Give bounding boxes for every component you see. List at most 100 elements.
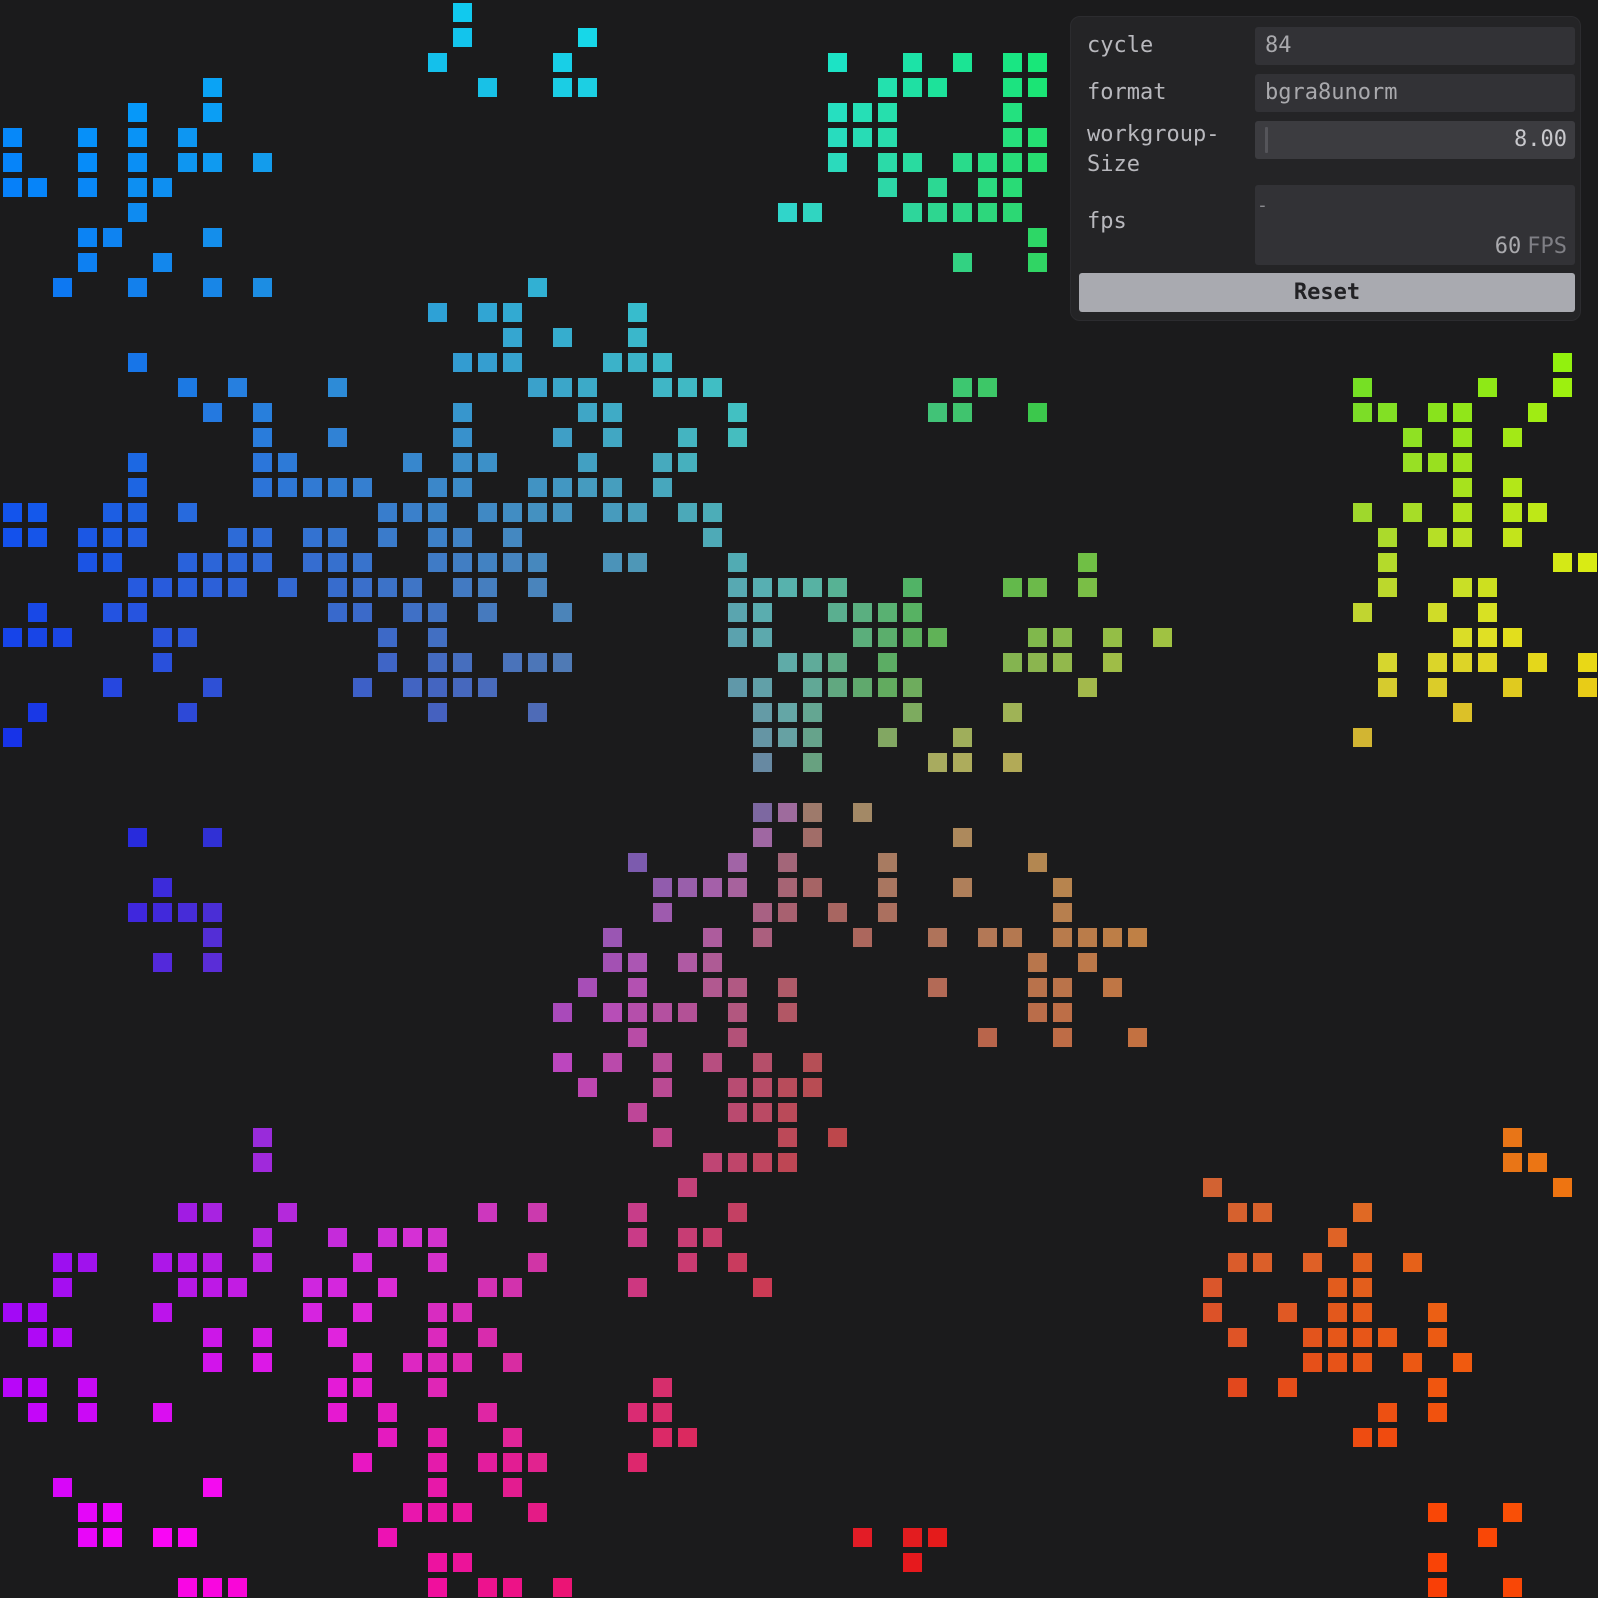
live-cell [378, 1428, 397, 1447]
live-cell [1503, 628, 1522, 647]
live-cell [1378, 528, 1397, 547]
live-cell [903, 153, 922, 172]
live-cell [128, 478, 147, 497]
live-cell [1353, 1428, 1372, 1447]
live-cell [1078, 578, 1097, 597]
live-cell [803, 203, 822, 222]
live-cell [1578, 678, 1597, 697]
controls-panel: cycle 84 format bgra8unorm workgroup- Si… [1070, 16, 1581, 321]
live-cell [478, 353, 497, 372]
live-cell [153, 1403, 172, 1422]
live-cell [203, 1203, 222, 1222]
live-cell [953, 153, 972, 172]
live-cell [303, 1278, 322, 1297]
live-cell [453, 1503, 472, 1522]
live-cell [178, 578, 197, 597]
live-cell [678, 953, 697, 972]
live-cell [578, 978, 597, 997]
live-cell [253, 1153, 272, 1172]
live-cell [478, 303, 497, 322]
cycle-label: cycle [1087, 33, 1154, 58]
live-cell [628, 953, 647, 972]
live-cell [1453, 703, 1472, 722]
live-cell [1428, 1378, 1447, 1397]
live-cell [228, 578, 247, 597]
live-cell [28, 503, 47, 522]
live-cell [853, 678, 872, 697]
live-cell [403, 1503, 422, 1522]
live-cell [653, 1078, 672, 1097]
live-cell [503, 528, 522, 547]
live-cell [1578, 653, 1597, 672]
live-cell [278, 1203, 297, 1222]
live-cell [3, 1378, 22, 1397]
live-cell [453, 428, 472, 447]
live-cell [778, 803, 797, 822]
live-cell [828, 903, 847, 922]
live-cell [3, 628, 22, 647]
live-cell [1478, 378, 1497, 397]
live-cell [753, 1278, 772, 1297]
live-cell [628, 1203, 647, 1222]
live-cell [1328, 1353, 1347, 1372]
live-cell [1428, 1403, 1447, 1422]
live-cell [728, 1253, 747, 1272]
live-cell [1053, 1003, 1072, 1022]
live-cell [1328, 1228, 1347, 1247]
live-cell [653, 1053, 672, 1072]
live-cell [1103, 653, 1122, 672]
live-cell [778, 703, 797, 722]
workgroup-size-slider[interactable]: 8.00 [1255, 121, 1575, 159]
live-cell [428, 1478, 447, 1497]
live-cell [1028, 128, 1047, 147]
live-cell [878, 153, 897, 172]
live-cell [803, 753, 822, 772]
live-cell [378, 628, 397, 647]
reset-button[interactable]: Reset [1079, 273, 1575, 312]
live-cell [503, 653, 522, 672]
live-cell [1403, 1353, 1422, 1372]
live-cell [1028, 403, 1047, 422]
slider-handle-icon[interactable] [1265, 127, 1268, 153]
live-cell [1003, 703, 1022, 722]
live-cell [253, 428, 272, 447]
live-cell [128, 203, 147, 222]
live-cell [253, 278, 272, 297]
live-cell [428, 1303, 447, 1322]
live-cell [428, 1578, 447, 1597]
live-cell [928, 403, 947, 422]
live-cell [1478, 653, 1497, 672]
live-cell [1028, 953, 1047, 972]
live-cell [628, 853, 647, 872]
live-cell [553, 428, 572, 447]
live-cell [1403, 428, 1422, 447]
live-cell [753, 1153, 772, 1172]
live-cell [753, 628, 772, 647]
live-cell [1328, 1303, 1347, 1322]
live-cell [1003, 653, 1022, 672]
live-cell [203, 78, 222, 97]
live-cell [103, 678, 122, 697]
live-cell [403, 503, 422, 522]
live-cell [128, 578, 147, 597]
live-cell [103, 603, 122, 622]
live-cell [78, 153, 97, 172]
live-cell [1028, 1003, 1047, 1022]
live-cell [203, 1278, 222, 1297]
live-cell [628, 353, 647, 372]
live-cell [1528, 653, 1547, 672]
live-cell [953, 728, 972, 747]
live-cell [878, 628, 897, 647]
live-cell [878, 903, 897, 922]
live-cell [328, 578, 347, 597]
live-cell [1353, 728, 1372, 747]
live-cell [428, 1553, 447, 1572]
live-cell [28, 1378, 47, 1397]
live-cell [253, 453, 272, 472]
live-cell [1353, 1353, 1372, 1372]
live-cell [1003, 103, 1022, 122]
live-cell [1453, 1353, 1472, 1372]
live-cell [278, 578, 297, 597]
live-cell [253, 153, 272, 172]
live-cell [178, 1203, 197, 1222]
